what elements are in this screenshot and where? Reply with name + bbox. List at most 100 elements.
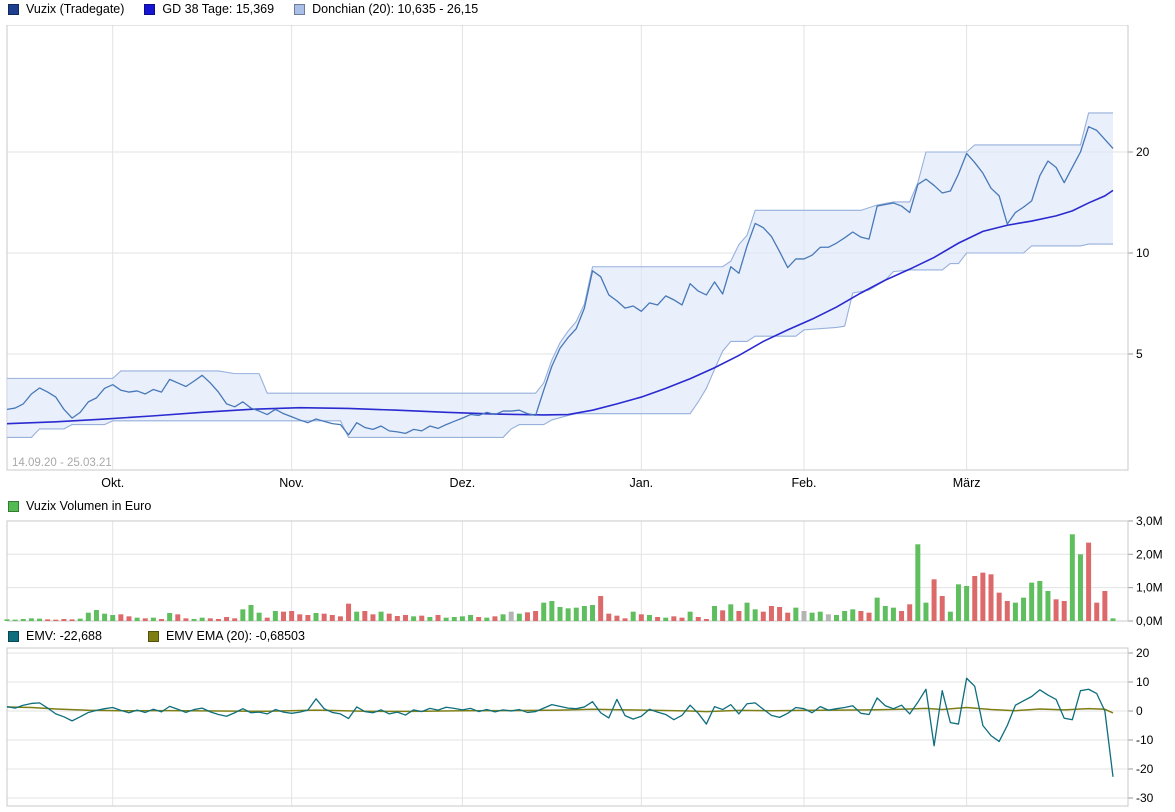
volume-bar [192, 619, 197, 621]
volume-bar [566, 608, 571, 621]
volume-bar [200, 618, 205, 621]
volume-axis-label: 0,0M [1136, 614, 1163, 628]
volume-bar [118, 614, 123, 621]
volume-bar [818, 612, 823, 621]
volume-bar [582, 606, 587, 621]
volume-bar [867, 613, 872, 621]
volume-bar [517, 614, 522, 621]
emv-axis-label: -20 [1136, 762, 1154, 776]
volume-bar [1062, 601, 1067, 621]
volume-bar [761, 612, 766, 621]
volume-bar [899, 611, 904, 621]
emv-ema-series-swatch-icon [148, 631, 159, 642]
volume-bar [322, 614, 327, 621]
volume-axis-label: 3,0M [1136, 515, 1163, 528]
volume-bar [45, 619, 50, 621]
volume-bar [411, 616, 416, 621]
volume-bar [712, 606, 717, 621]
volume-bar [549, 601, 554, 621]
volume-bar [224, 617, 229, 621]
volume-bar [61, 619, 66, 621]
volume-bar [574, 608, 579, 621]
volume-bar [13, 620, 18, 621]
volume-bar [671, 616, 676, 621]
volume-bar [590, 605, 595, 621]
volume-bar [484, 618, 489, 621]
emv-axis-label: -10 [1136, 733, 1154, 747]
date-range-label: 14.09.20 - 25.03.21 [12, 457, 112, 469]
volume-bar [777, 607, 782, 621]
volume-bar [745, 603, 750, 621]
volume-bar [21, 619, 26, 621]
x-axis-month-label: Nov. [279, 476, 304, 490]
volume-bar [1029, 583, 1034, 621]
gd38-series-label: GD 38 Tage: 15,369 [162, 2, 274, 16]
volume-bar [330, 615, 335, 621]
volume-bar [1086, 543, 1091, 621]
price-axis-label: 20 [1136, 145, 1150, 159]
volume-bar [460, 616, 465, 621]
volume-bar [338, 616, 343, 621]
donchian-band [7, 113, 1113, 438]
volume-bar [419, 616, 424, 621]
volume-bar [135, 618, 140, 621]
volume-bar [37, 619, 42, 621]
volume-bar [468, 615, 473, 621]
volume-bar [720, 610, 725, 621]
volume-bar [696, 617, 701, 621]
volume-bar [86, 613, 91, 621]
donchian-series-swatch-icon [294, 4, 305, 15]
volume-bar [907, 604, 912, 621]
volume-bar [631, 612, 636, 621]
volume-bar [289, 611, 294, 621]
volume-bar [183, 618, 188, 621]
volume-bar [558, 607, 563, 621]
emv-line [7, 678, 1113, 777]
volume-bar [598, 596, 603, 621]
legend-item-emv: EMV: -22,688 [8, 629, 102, 643]
donchian-series-label: Donchian (20): 10,635 - 26,15 [312, 2, 478, 16]
volume-bar [875, 598, 880, 621]
volume-bar [663, 618, 668, 621]
volume-bar [940, 596, 945, 621]
volume-bar [541, 603, 546, 621]
volume-bar [476, 617, 481, 621]
legend-item-gd38: GD 38 Tage: 15,369 [144, 2, 274, 16]
legend-item-donchian: Donchian (20): 10,635 - 26,15 [294, 2, 478, 16]
volume-bar [623, 618, 628, 621]
volume-bar [1102, 591, 1107, 621]
volume-bar [29, 618, 34, 621]
volume-chart: 0,0M 1,0M 2,0M 3,0M [0, 515, 1175, 629]
volume-bar [1037, 581, 1042, 621]
emv-series-swatch-icon [8, 631, 19, 642]
volume-bar [639, 614, 644, 621]
volume-bar [159, 619, 164, 621]
gd38-series-swatch-icon [144, 4, 155, 15]
legend-item-emv-ema: EMV EMA (20): -0,68503 [148, 629, 305, 643]
volume-bar [110, 615, 115, 621]
volume-bar [492, 616, 497, 621]
volume-bar [891, 608, 896, 621]
emv-axis-label: 10 [1136, 675, 1150, 689]
volume-bar [379, 612, 384, 621]
charting-tool-page: { "legends": { "main": {"items": [ {"lab… [0, 0, 1175, 812]
price-chart: Okt.Nov.Dez.Jan.Feb.März2010514.09.20 - … [0, 25, 1175, 493]
volume-axis-label: 1,0M [1136, 581, 1163, 595]
volume-bar [509, 612, 514, 621]
volume-bar [444, 618, 449, 621]
volume-bar [753, 609, 758, 621]
main-chart-legend: Vuzix (Tradegate) GD 38 Tage: 15,369 Don… [8, 2, 478, 16]
volume-bar [679, 618, 684, 621]
volume-bar [948, 612, 953, 621]
volume-bar [883, 606, 888, 621]
volume-axis-label: 2,0M [1136, 547, 1163, 561]
volume-series-swatch-icon [8, 501, 19, 512]
volume-bar [769, 606, 774, 621]
volume-bar [956, 584, 961, 621]
price-axis-label: 10 [1136, 246, 1150, 260]
volume-bar [785, 613, 790, 621]
volume-bar [989, 574, 994, 621]
volume-bar [1021, 598, 1026, 621]
volume-bar [102, 614, 107, 621]
volume-bar [314, 613, 319, 621]
